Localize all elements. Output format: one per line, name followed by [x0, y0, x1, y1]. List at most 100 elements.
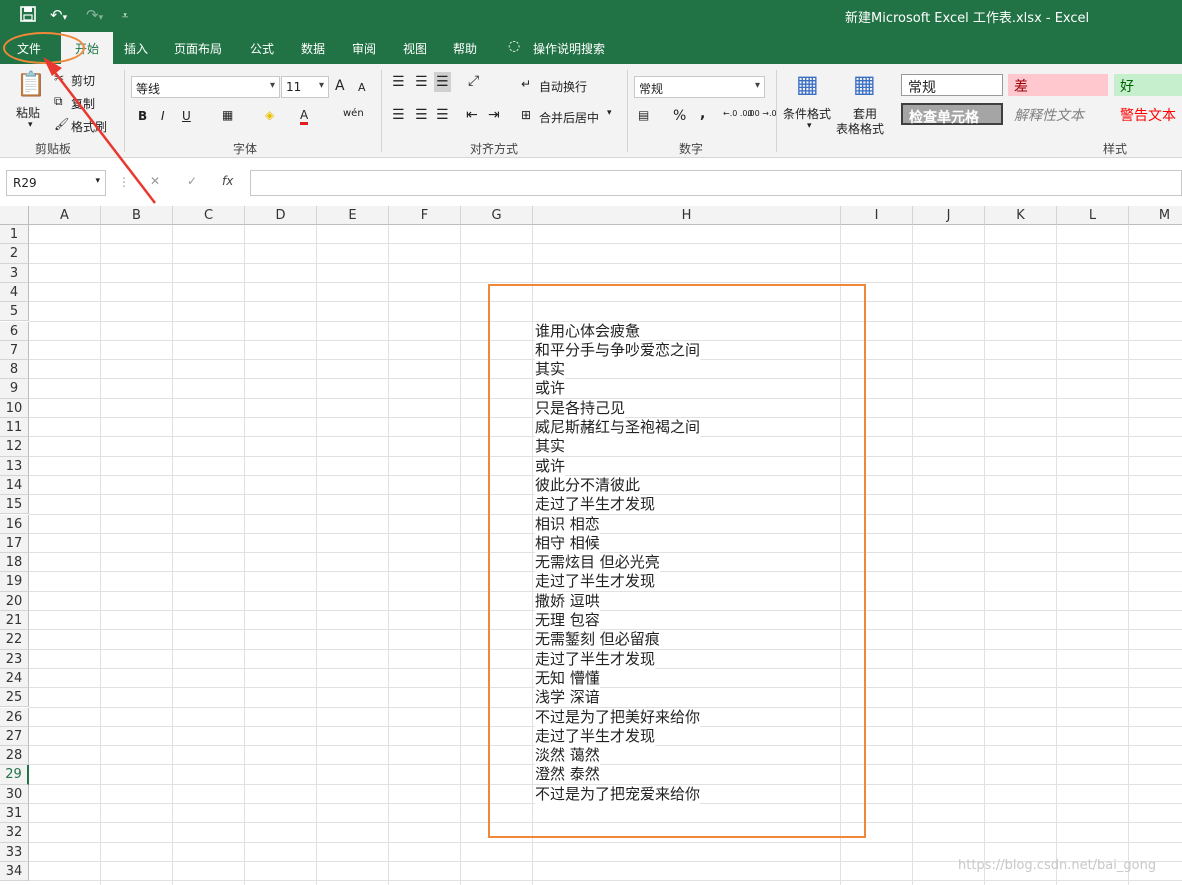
- row-header-34[interactable]: 34: [0, 861, 29, 882]
- row-header-33[interactable]: 33: [0, 842, 29, 862]
- row-header-13[interactable]: 13: [0, 456, 29, 476]
- fx-icon[interactable]: fx: [222, 174, 233, 188]
- column-header-c[interactable]: C: [173, 206, 245, 225]
- paste-button[interactable]: 粘贴: [16, 104, 40, 121]
- column-header-i[interactable]: I: [841, 206, 913, 225]
- table-format-button[interactable]: 表格格式: [836, 120, 884, 137]
- style-warning[interactable]: 警告文本: [1114, 103, 1182, 125]
- row-header-25[interactable]: 25: [0, 688, 29, 708]
- save-icon[interactable]: [20, 6, 36, 26]
- column-header-j[interactable]: J: [913, 206, 985, 225]
- align-top-icon[interactable]: ☰: [392, 74, 405, 90]
- tab-view[interactable]: 视图: [403, 40, 427, 57]
- enter-icon[interactable]: ✓: [187, 174, 197, 188]
- column-header-g[interactable]: G: [461, 206, 533, 225]
- font-name-select[interactable]: 等线 ▾: [131, 76, 280, 98]
- row-header-7[interactable]: 7: [0, 340, 29, 361]
- row-header-4[interactable]: 4: [0, 282, 29, 303]
- shrink-font-button[interactable]: A: [358, 81, 366, 94]
- wrap-text-button[interactable]: 自动换行: [539, 78, 587, 95]
- row-header-6[interactable]: 6: [0, 321, 29, 341]
- chevron-down-icon[interactable]: ▾: [28, 120, 33, 130]
- cancel-icon[interactable]: ✕: [150, 174, 160, 188]
- row-header-15[interactable]: 15: [0, 495, 29, 515]
- customize-icon[interactable]: ⩡: [122, 9, 128, 23]
- column-header-a[interactable]: A: [29, 206, 101, 225]
- comma-button[interactable]: ,: [700, 106, 705, 122]
- column-header-m[interactable]: M: [1129, 206, 1182, 225]
- column-header-l[interactable]: L: [1057, 206, 1129, 225]
- tab-review[interactable]: 审阅: [352, 40, 376, 57]
- merge-center-button[interactable]: 合并后居中: [539, 109, 599, 126]
- row-header-3[interactable]: 3: [0, 263, 29, 283]
- row-header-28[interactable]: 28: [0, 746, 29, 766]
- grow-font-button[interactable]: A: [335, 78, 345, 94]
- undo-icon[interactable]: ↶▾: [50, 6, 67, 24]
- row-header-32[interactable]: 32: [0, 823, 29, 843]
- row-header-14[interactable]: 14: [0, 475, 29, 496]
- row-header-11[interactable]: 11: [0, 418, 29, 438]
- fill-color-icon[interactable]: ◈: [265, 108, 274, 122]
- row-header-9[interactable]: 9: [0, 379, 29, 399]
- row-header-1[interactable]: 1: [0, 225, 29, 245]
- column-header-k[interactable]: K: [985, 206, 1057, 225]
- align-middle-icon[interactable]: ☰: [415, 74, 428, 90]
- orientation-icon[interactable]: ⤢: [468, 73, 479, 89]
- row-header-2[interactable]: 2: [0, 244, 29, 264]
- decrease-indent-icon[interactable]: ⇤: [466, 107, 478, 123]
- copy-button[interactable]: 复制: [71, 95, 95, 112]
- row-header-26[interactable]: 26: [0, 707, 29, 727]
- column-header-f[interactable]: F: [389, 206, 461, 225]
- column-header-b[interactable]: B: [101, 206, 173, 225]
- tab-help[interactable]: 帮助: [453, 40, 477, 57]
- row-header-12[interactable]: 12: [0, 437, 29, 457]
- row-header-19[interactable]: 19: [0, 572, 29, 592]
- tab-insert[interactable]: 插入: [124, 40, 148, 57]
- row-header-21[interactable]: 21: [0, 611, 29, 631]
- row-header-27[interactable]: 27: [0, 726, 29, 747]
- style-explanatory[interactable]: 解释性文本: [1008, 103, 1108, 125]
- format-painter-button[interactable]: 格式刷: [71, 118, 107, 135]
- column-header-h[interactable]: H: [533, 206, 841, 225]
- tab-formulas[interactable]: 公式: [250, 40, 274, 57]
- font-color-button[interactable]: A: [300, 108, 309, 125]
- column-header-d[interactable]: D: [245, 206, 317, 225]
- formula-input[interactable]: [250, 170, 1182, 196]
- cut-button[interactable]: 剪切: [71, 72, 95, 89]
- tab-data[interactable]: 数据: [301, 40, 325, 57]
- decrease-decimal-button[interactable]: .00 →.0: [747, 109, 777, 118]
- chevron-down-icon[interactable]: ▾: [807, 121, 812, 131]
- align-bottom-icon[interactable]: ☰: [434, 72, 451, 92]
- align-left-icon[interactable]: ☰: [392, 107, 405, 123]
- row-header-24[interactable]: 24: [0, 668, 29, 689]
- row-header-23[interactable]: 23: [0, 649, 29, 669]
- row-header-31[interactable]: 31: [0, 804, 29, 824]
- row-header-16[interactable]: 16: [0, 514, 29, 534]
- style-check-cell[interactable]: 检查单元格: [901, 103, 1003, 126]
- row-header-29[interactable]: 29: [0, 765, 29, 785]
- chevron-down-icon[interactable]: ▾: [607, 108, 612, 118]
- percent-button[interactable]: %: [673, 108, 686, 124]
- tab-page-layout[interactable]: 页面布局: [174, 40, 222, 57]
- underline-button[interactable]: U: [182, 109, 191, 123]
- border-icon[interactable]: ▦: [222, 108, 233, 122]
- name-box[interactable]: R29 ▾: [6, 170, 106, 196]
- select-all-corner[interactable]: [0, 206, 29, 225]
- font-size-select[interactable]: 11 ▾: [281, 76, 329, 98]
- row-header-5[interactable]: 5: [0, 302, 29, 322]
- phonetic-button[interactable]: wén: [343, 108, 364, 119]
- row-header-10[interactable]: 10: [0, 398, 29, 418]
- style-bad[interactable]: 差: [1008, 74, 1108, 96]
- align-center-icon[interactable]: ☰: [415, 107, 428, 123]
- accounting-icon[interactable]: ▤: [638, 108, 649, 122]
- column-header-e[interactable]: E: [317, 206, 389, 225]
- conditional-format-button[interactable]: 条件格式: [783, 105, 831, 122]
- number-format-select[interactable]: 常规 ▾: [634, 76, 765, 98]
- italic-button[interactable]: I: [161, 109, 165, 123]
- row-header-22[interactable]: 22: [0, 630, 29, 650]
- row-header-20[interactable]: 20: [0, 591, 29, 611]
- paste-icon[interactable]: 📋: [16, 70, 46, 98]
- row-header-18[interactable]: 18: [0, 553, 29, 573]
- style-normal[interactable]: 常规: [901, 74, 1003, 96]
- row-header-17[interactable]: 17: [0, 533, 29, 554]
